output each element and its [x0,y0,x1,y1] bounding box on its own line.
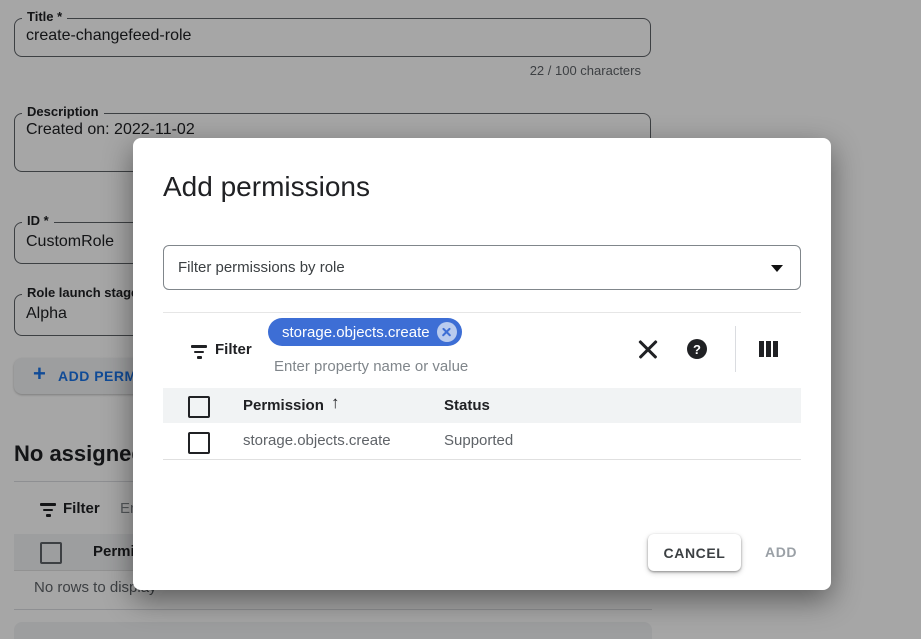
dialog-title: Add permissions [163,171,370,203]
status-column-header[interactable]: Status [444,397,490,414]
sort-ascending-icon[interactable]: ↑ [331,393,340,413]
dialog-table-header: Permission ↑ Status [163,388,801,424]
cancel-button[interactable]: CANCEL [648,534,741,571]
row-checkbox[interactable] [188,432,210,454]
chevron-down-icon [771,265,783,272]
filter-permissions-by-role-select[interactable]: Filter permissions by role [163,245,801,290]
clear-filter-icon[interactable] [637,338,659,360]
help-icon[interactable]: ? [687,339,707,359]
column-display-options-icon[interactable] [759,341,778,357]
add-button[interactable]: ADD [765,544,797,560]
filter-chip-label: storage.objects.create [282,324,430,341]
filter-icon [191,345,207,359]
select-all-checkbox[interactable] [188,396,210,418]
permission-column-header[interactable]: Permission [243,397,324,414]
row-permission-cell: storage.objects.create [243,432,391,449]
dialog-filter-label: Filter [215,341,252,358]
chip-remove-icon[interactable] [437,322,457,342]
page: Title * create-changefeed-role 22 / 100 … [0,0,921,639]
divider [163,312,801,313]
table-row[interactable]: storage.objects.create Supported [163,423,801,460]
dialog-filter-input[interactable]: Enter property name or value [274,358,468,375]
toolbar-divider [735,326,736,372]
role-select-value: Filter permissions by role [178,259,345,276]
add-permissions-dialog: Add permissions Filter permissions by ro… [133,138,831,590]
filter-chip-storage-objects-create[interactable]: storage.objects.create [268,318,462,346]
row-status-cell: Supported [444,432,513,449]
